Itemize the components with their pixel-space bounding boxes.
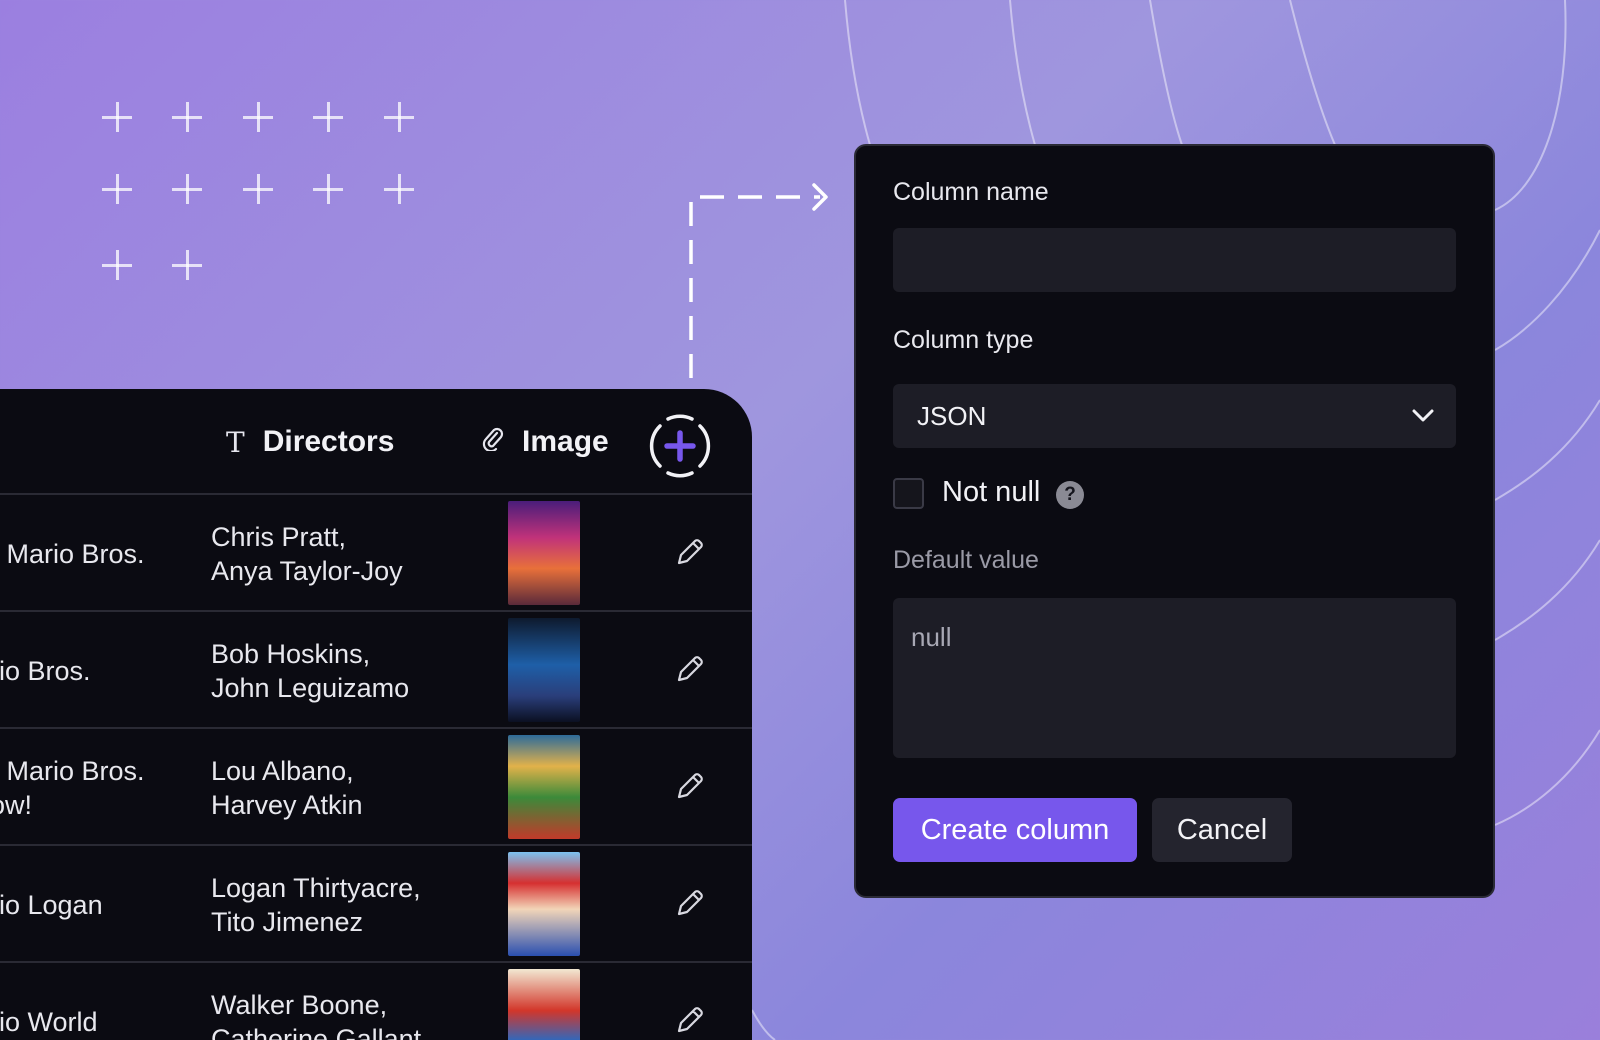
movie-poster-image[interactable] xyxy=(508,735,580,839)
title-cell: r Mario Bros. ow! xyxy=(0,755,145,820)
directors-cell: Lou Albano, Harvey Atkin xyxy=(211,755,363,820)
table-panel: T Directors Image r Mario Bros. Chris Pr… xyxy=(0,389,752,1040)
plus-decoration-icon xyxy=(382,100,416,134)
pencil-icon[interactable] xyxy=(673,535,707,569)
cancel-button[interactable]: Cancel xyxy=(1152,798,1292,862)
column-type-value: JSON xyxy=(917,400,987,431)
plus-decoration-icon xyxy=(241,172,275,206)
column-header-image[interactable]: Image xyxy=(482,425,609,459)
add-column-button[interactable] xyxy=(646,412,714,480)
movie-poster-image[interactable] xyxy=(508,852,580,956)
plus-decoration-icon xyxy=(170,172,204,206)
pencil-icon[interactable] xyxy=(673,1003,707,1037)
plus-decoration-icon xyxy=(311,172,345,206)
movie-poster-image[interactable] xyxy=(508,501,580,605)
plus-decoration-icon xyxy=(382,172,416,206)
column-name-label: Column name xyxy=(893,178,1049,206)
title-cell: r Mario Bros. xyxy=(0,538,145,569)
not-null-label: Not null xyxy=(942,476,1041,508)
create-column-button[interactable]: Create column xyxy=(893,798,1137,862)
not-null-checkbox[interactable] xyxy=(893,478,924,509)
directors-cell: Logan Thirtyacre, Tito Jimenez xyxy=(211,872,421,937)
plus-decoration-icon xyxy=(100,100,134,134)
table-row[interactable]: rio Logan Logan Thirtyacre, Tito Jimenez xyxy=(0,846,752,963)
column-name-input[interactable] xyxy=(893,228,1456,292)
directors-cell: Bob Hoskins, John Leguizamo xyxy=(211,638,410,703)
title-cell: rio Bros. xyxy=(0,655,91,686)
add-column-icon xyxy=(649,414,711,478)
column-type-label: Column type xyxy=(893,326,1034,354)
pencil-icon[interactable] xyxy=(673,769,707,803)
title-cell: rio Logan xyxy=(0,889,103,920)
directors-cell: Walker Boone, Catherine Gallant xyxy=(211,989,422,1040)
chevron-down-icon xyxy=(1412,409,1434,422)
default-value-label: Default value xyxy=(893,546,1039,574)
table-row[interactable]: rio World Walker Boone, Catherine Gallan… xyxy=(0,963,752,1040)
column-type-select[interactable]: JSON xyxy=(893,384,1456,448)
column-header-label: Image xyxy=(522,425,609,458)
movie-poster-image[interactable] xyxy=(508,969,580,1040)
pencil-icon[interactable] xyxy=(673,652,707,686)
create-column-dialog: Column name Column type JSON Not null ? … xyxy=(854,144,1495,898)
movie-poster-image[interactable] xyxy=(508,618,580,722)
attachment-icon xyxy=(482,425,504,459)
column-header-label: Directors xyxy=(262,425,395,458)
table-header: T Directors Image xyxy=(0,389,752,495)
table-row[interactable]: rio Bros. Bob Hoskins, John Leguizamo xyxy=(0,612,752,729)
default-value-textarea[interactable]: null xyxy=(893,598,1456,758)
plus-decoration-icon xyxy=(100,172,134,206)
title-cell: rio World xyxy=(0,1006,98,1037)
table-row[interactable]: r Mario Bros. ow! Lou Albano, Harvey Atk… xyxy=(0,729,752,846)
plus-decoration-icon xyxy=(241,100,275,134)
decorative-plus-grid xyxy=(100,100,430,290)
plus-decoration-icon xyxy=(311,100,345,134)
directors-cell: Chris Pratt, Anya Taylor-Joy xyxy=(211,521,403,586)
text-type-icon: T xyxy=(226,425,245,459)
help-icon[interactable]: ? xyxy=(1056,481,1084,509)
pencil-icon[interactable] xyxy=(673,886,707,920)
plus-decoration-icon xyxy=(170,248,204,282)
plus-decoration-icon xyxy=(100,248,134,282)
plus-decoration-icon xyxy=(170,100,204,134)
table-row[interactable]: r Mario Bros. Chris Pratt, Anya Taylor-J… xyxy=(0,495,752,612)
column-header-directors[interactable]: T Directors xyxy=(226,425,394,459)
